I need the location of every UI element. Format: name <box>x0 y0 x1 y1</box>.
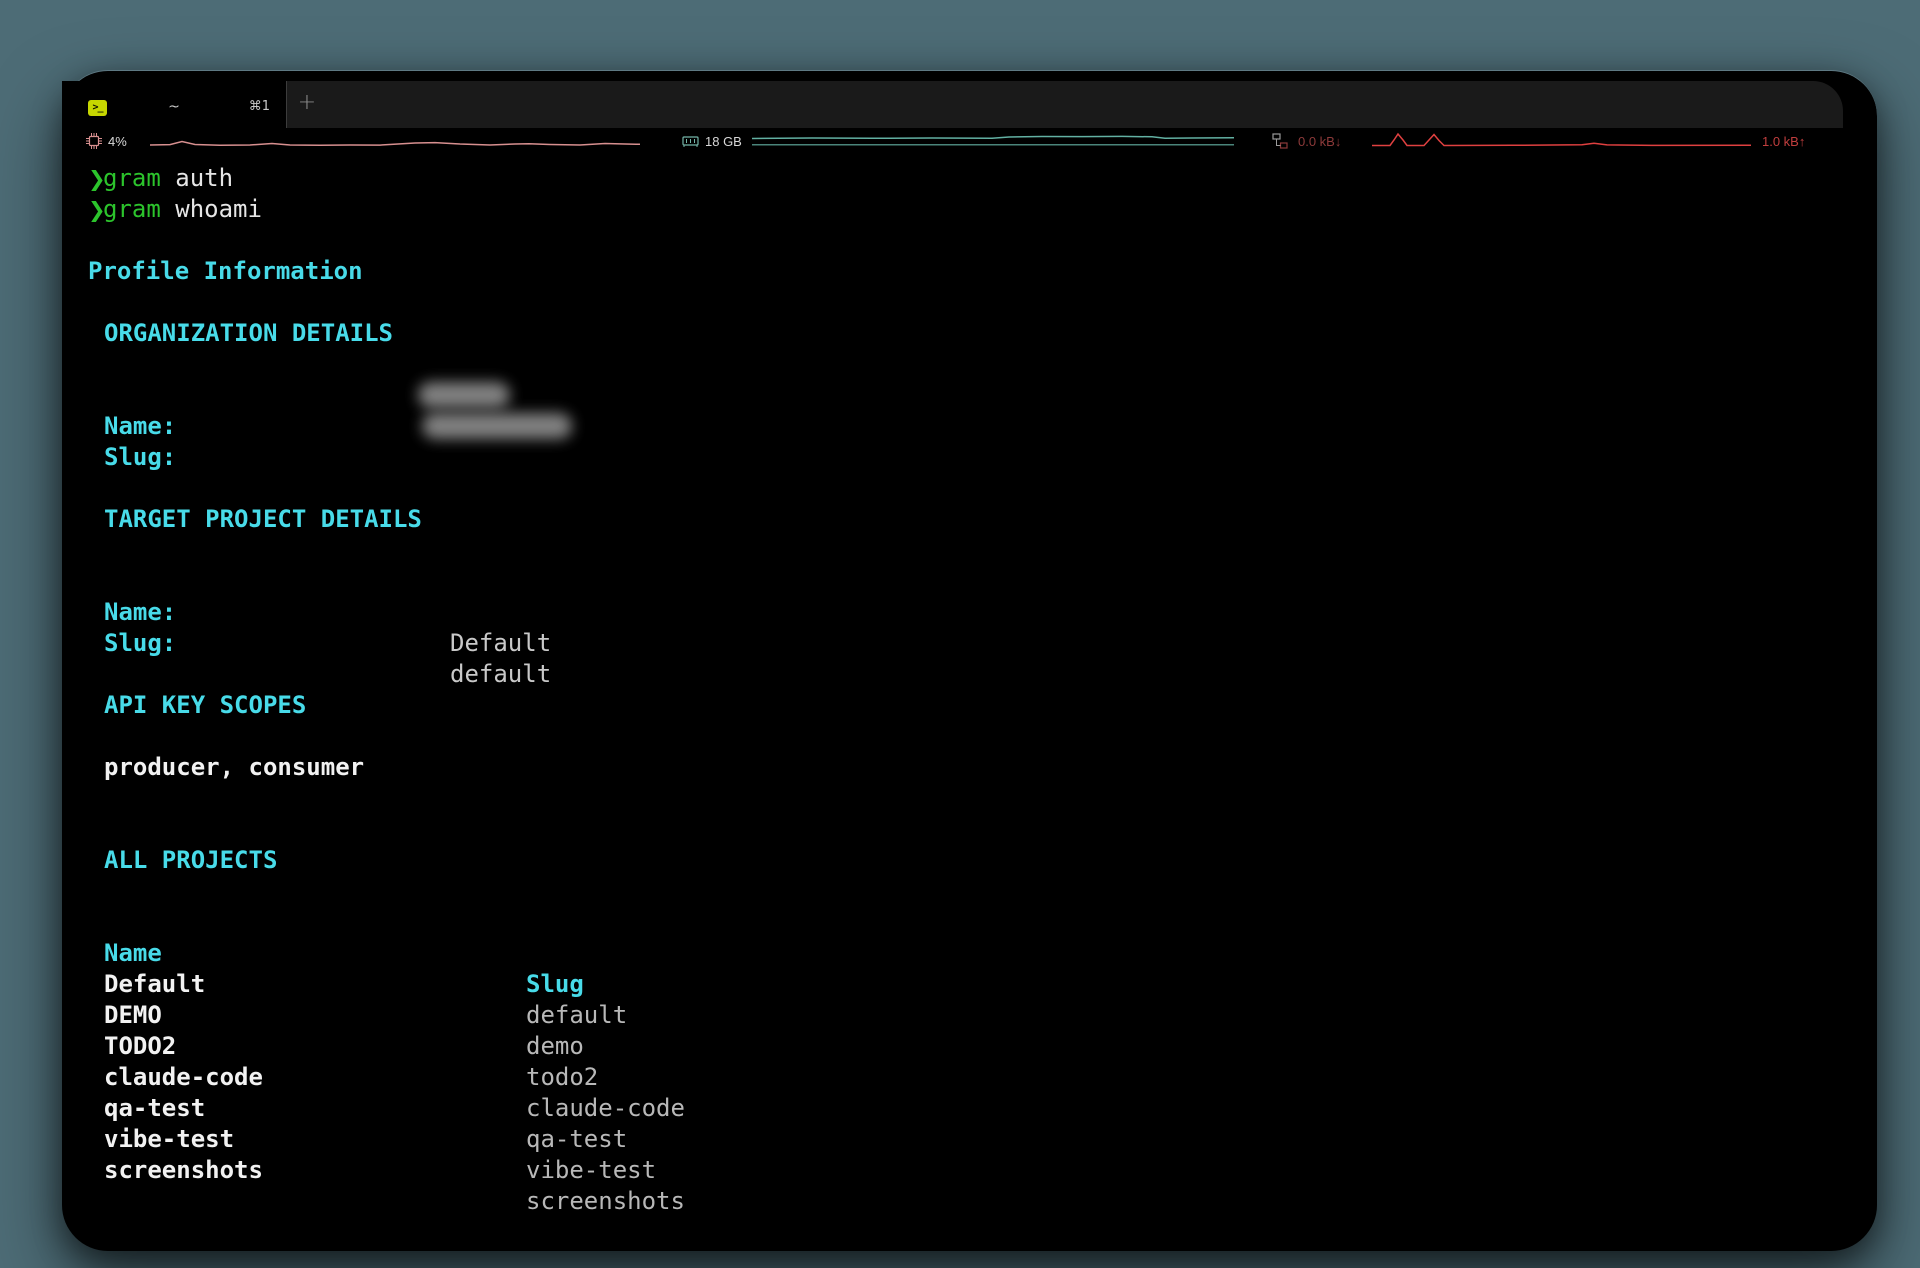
tab-home[interactable]: >_ ~ ⌘1 <box>62 81 286 128</box>
org-name-row: Name: <box>62 380 1877 411</box>
command-program: gram <box>103 164 161 192</box>
api-scopes-value: producer, consumer <box>104 752 364 783</box>
terminal-content[interactable]: ❯gram auth ❯gram whoami Profile Informat… <box>62 163 1877 1211</box>
redacted-org-name-value <box>418 382 510 408</box>
new-tab-button[interactable]: + <box>294 90 320 116</box>
org-slug-row: Slug: <box>62 411 1877 442</box>
network-download-value: 0.0 kB↓ <box>1298 134 1341 149</box>
terminal-window[interactable]: >_ ~ ⌘1 + 4% 18 GB <box>62 70 1877 1251</box>
table-row: screenshots screenshots <box>62 1124 1877 1155</box>
projects-table-header: Name Slug <box>62 907 1877 938</box>
desktop: { "window": { "tab": { "icon_glyph": ">_… <box>0 0 1920 1268</box>
prompt-char: ❯ <box>88 195 103 226</box>
cpu-graph <box>150 132 640 150</box>
tab-shortcut-label: ⌘1 <box>249 99 270 114</box>
table-row: DEMO demo <box>62 969 1877 1000</box>
section-heading-api-scopes: API KEY SCOPES <box>104 690 306 721</box>
memory-icon <box>682 133 699 149</box>
memory-graph <box>752 132 1234 150</box>
project-slug-row: Slug: default <box>62 597 1877 628</box>
project-slug-cell: screenshots <box>526 1186 685 1217</box>
status-bar: 4% 18 GB 0.0 kB↓ 1.0 kB↑ <box>62 128 1877 154</box>
section-heading-organization: ORGANIZATION DETAILS <box>104 318 393 349</box>
project-slug-cell: vibe-test <box>526 1155 656 1186</box>
command-line: ❯gram whoami <box>62 194 1877 225</box>
table-row: TODO2 todo2 <box>62 1000 1877 1031</box>
cpu-usage-value: 4% <box>108 134 127 149</box>
command-program: gram <box>103 195 161 223</box>
table-row: Default default <box>62 938 1877 969</box>
output-title: Profile Information <box>88 257 363 285</box>
tab-bar-empty-area: + <box>286 81 1843 128</box>
network-graph <box>1372 132 1751 150</box>
project-name-row: Name: Default <box>62 566 1877 597</box>
section-heading-target-project: TARGET PROJECT DETAILS <box>104 504 422 535</box>
command-args: whoami <box>175 195 262 223</box>
table-row: claude-code claude-code <box>62 1031 1877 1062</box>
project-name-cell: screenshots <box>104 1155 263 1186</box>
redacted-org-slug-value <box>422 413 572 439</box>
table-row: vibe-test vibe-test <box>62 1093 1877 1124</box>
command-line: ❯gram auth <box>62 163 1877 194</box>
command-args: auth <box>175 164 233 192</box>
network-upload-value: 1.0 kB↑ <box>1762 134 1805 149</box>
network-icon <box>1272 133 1288 149</box>
memory-usage-value: 18 GB <box>705 134 742 149</box>
prompt-char: ❯ <box>88 164 103 195</box>
table-row: qa-test qa-test <box>62 1062 1877 1093</box>
cpu-icon <box>86 133 102 149</box>
section-heading-all-projects: ALL PROJECTS <box>104 845 277 876</box>
tab-bar: >_ ~ ⌘1 + <box>62 71 1877 128</box>
